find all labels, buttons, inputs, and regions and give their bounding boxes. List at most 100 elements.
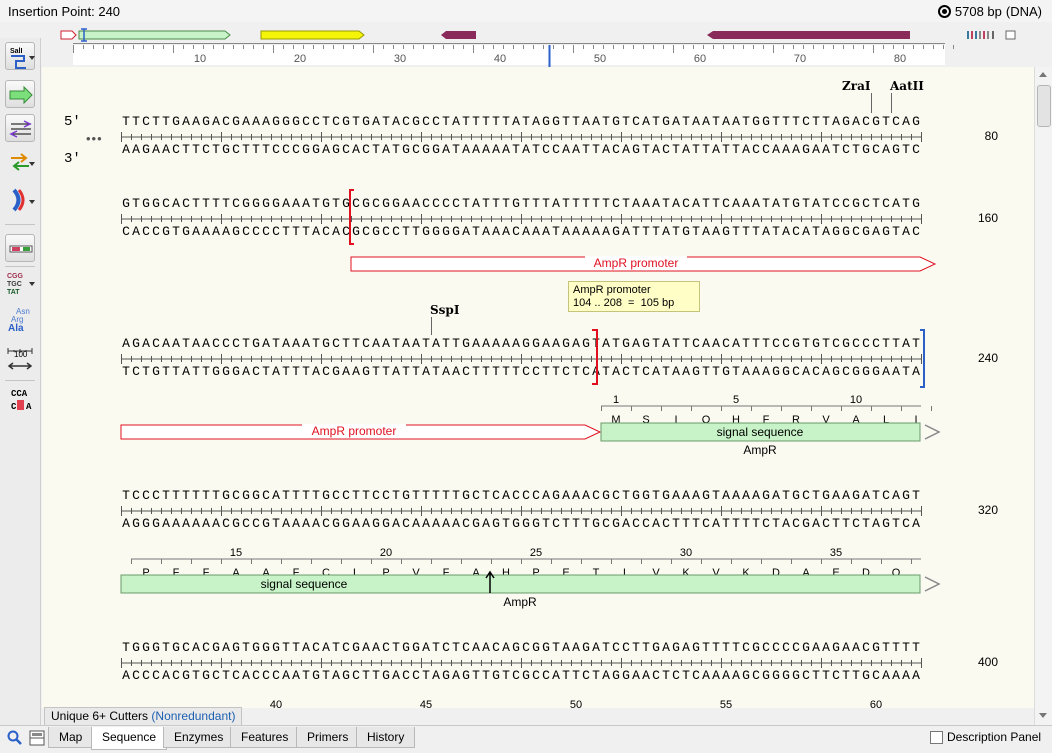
base[interactable]: G: [152, 364, 160, 379]
base[interactable]: T: [582, 516, 590, 531]
base[interactable]: T: [142, 364, 150, 379]
bottom-strand[interactable]: AGGGAAAAAACGCCGTAAAACGGAAGGACAAAAACGAGTG…: [122, 516, 920, 531]
base[interactable]: A: [642, 668, 650, 683]
base[interactable]: T: [342, 336, 350, 351]
base[interactable]: C: [582, 364, 590, 379]
base[interactable]: G: [182, 224, 190, 239]
base[interactable]: C: [272, 142, 280, 157]
base[interactable]: A: [532, 114, 540, 129]
overview-feature-yellow[interactable]: [260, 30, 365, 40]
base[interactable]: T: [782, 196, 790, 211]
base[interactable]: A: [282, 668, 290, 683]
base[interactable]: C: [412, 142, 420, 157]
base[interactable]: G: [252, 336, 260, 351]
base[interactable]: T: [712, 640, 720, 655]
base[interactable]: T: [682, 516, 690, 531]
base[interactable]: A: [582, 488, 590, 503]
base[interactable]: G: [362, 114, 370, 129]
base[interactable]: T: [742, 336, 750, 351]
base[interactable]: A: [402, 336, 410, 351]
base[interactable]: G: [782, 668, 790, 683]
base[interactable]: C: [612, 196, 620, 211]
base[interactable]: C: [642, 364, 650, 379]
base[interactable]: C: [792, 364, 800, 379]
base[interactable]: T: [702, 640, 710, 655]
base[interactable]: C: [162, 196, 170, 211]
base[interactable]: A: [502, 336, 510, 351]
base[interactable]: T: [672, 224, 680, 239]
base[interactable]: G: [232, 224, 240, 239]
base[interactable]: A: [292, 668, 300, 683]
base[interactable]: G: [322, 196, 330, 211]
base[interactable]: A: [582, 114, 590, 129]
base[interactable]: A: [602, 336, 610, 351]
base[interactable]: T: [242, 336, 250, 351]
base[interactable]: T: [212, 488, 220, 503]
base[interactable]: G: [462, 488, 470, 503]
base[interactable]: T: [432, 488, 440, 503]
base[interactable]: T: [162, 640, 170, 655]
base[interactable]: A: [322, 142, 330, 157]
base[interactable]: T: [882, 640, 890, 655]
base[interactable]: A: [192, 224, 200, 239]
base[interactable]: A: [732, 336, 740, 351]
base[interactable]: C: [342, 224, 350, 239]
base[interactable]: C: [912, 142, 920, 157]
base[interactable]: T: [472, 668, 480, 683]
more-upstream-ellipsis[interactable]: •••: [86, 131, 103, 146]
base[interactable]: T: [562, 196, 570, 211]
base[interactable]: T: [172, 488, 180, 503]
base[interactable]: A: [742, 488, 750, 503]
base[interactable]: G: [792, 196, 800, 211]
base[interactable]: A: [692, 488, 700, 503]
base[interactable]: T: [372, 142, 380, 157]
base[interactable]: T: [602, 364, 610, 379]
base[interactable]: G: [512, 196, 520, 211]
base[interactable]: C: [342, 640, 350, 655]
base[interactable]: T: [272, 336, 280, 351]
base[interactable]: C: [852, 516, 860, 531]
base[interactable]: A: [202, 516, 210, 531]
base[interactable]: G: [722, 364, 730, 379]
sequence-view[interactable]: TTCTTGAAGACGAAAGGGCCTCGTGATACGCCTATTTTTA…: [42, 67, 1034, 708]
base[interactable]: G: [912, 114, 920, 129]
base[interactable]: C: [762, 640, 770, 655]
base[interactable]: A: [702, 114, 710, 129]
base[interactable]: G: [422, 142, 430, 157]
base[interactable]: A: [762, 224, 770, 239]
base[interactable]: G: [352, 640, 360, 655]
base[interactable]: A: [262, 336, 270, 351]
base[interactable]: G: [532, 516, 540, 531]
base[interactable]: C: [862, 196, 870, 211]
base[interactable]: A: [292, 516, 300, 531]
base[interactable]: T: [372, 668, 380, 683]
base[interactable]: A: [652, 142, 660, 157]
base[interactable]: A: [852, 114, 860, 129]
scroll-thumb[interactable]: [1037, 85, 1051, 127]
base[interactable]: A: [682, 488, 690, 503]
base[interactable]: T: [902, 196, 910, 211]
base[interactable]: C: [122, 224, 130, 239]
base[interactable]: T: [292, 224, 300, 239]
base[interactable]: A: [882, 668, 890, 683]
amino-acid-tool-button[interactable]: Asn Arg Ala: [5, 306, 35, 334]
base[interactable]: A: [782, 224, 790, 239]
base[interactable]: T: [502, 364, 510, 379]
base[interactable]: A: [492, 142, 500, 157]
base[interactable]: A: [362, 516, 370, 531]
base[interactable]: C: [422, 196, 430, 211]
base[interactable]: A: [682, 364, 690, 379]
base[interactable]: C: [562, 364, 570, 379]
base[interactable]: C: [182, 196, 190, 211]
base[interactable]: C: [642, 516, 650, 531]
base[interactable]: G: [772, 364, 780, 379]
base[interactable]: T: [432, 640, 440, 655]
base[interactable]: T: [452, 488, 460, 503]
base[interactable]: A: [292, 196, 300, 211]
base[interactable]: G: [792, 488, 800, 503]
base[interactable]: A: [572, 224, 580, 239]
base[interactable]: A: [642, 114, 650, 129]
base[interactable]: A: [552, 668, 560, 683]
mismatch-tool-button[interactable]: CCA C A: [5, 386, 35, 414]
base[interactable]: C: [212, 336, 220, 351]
